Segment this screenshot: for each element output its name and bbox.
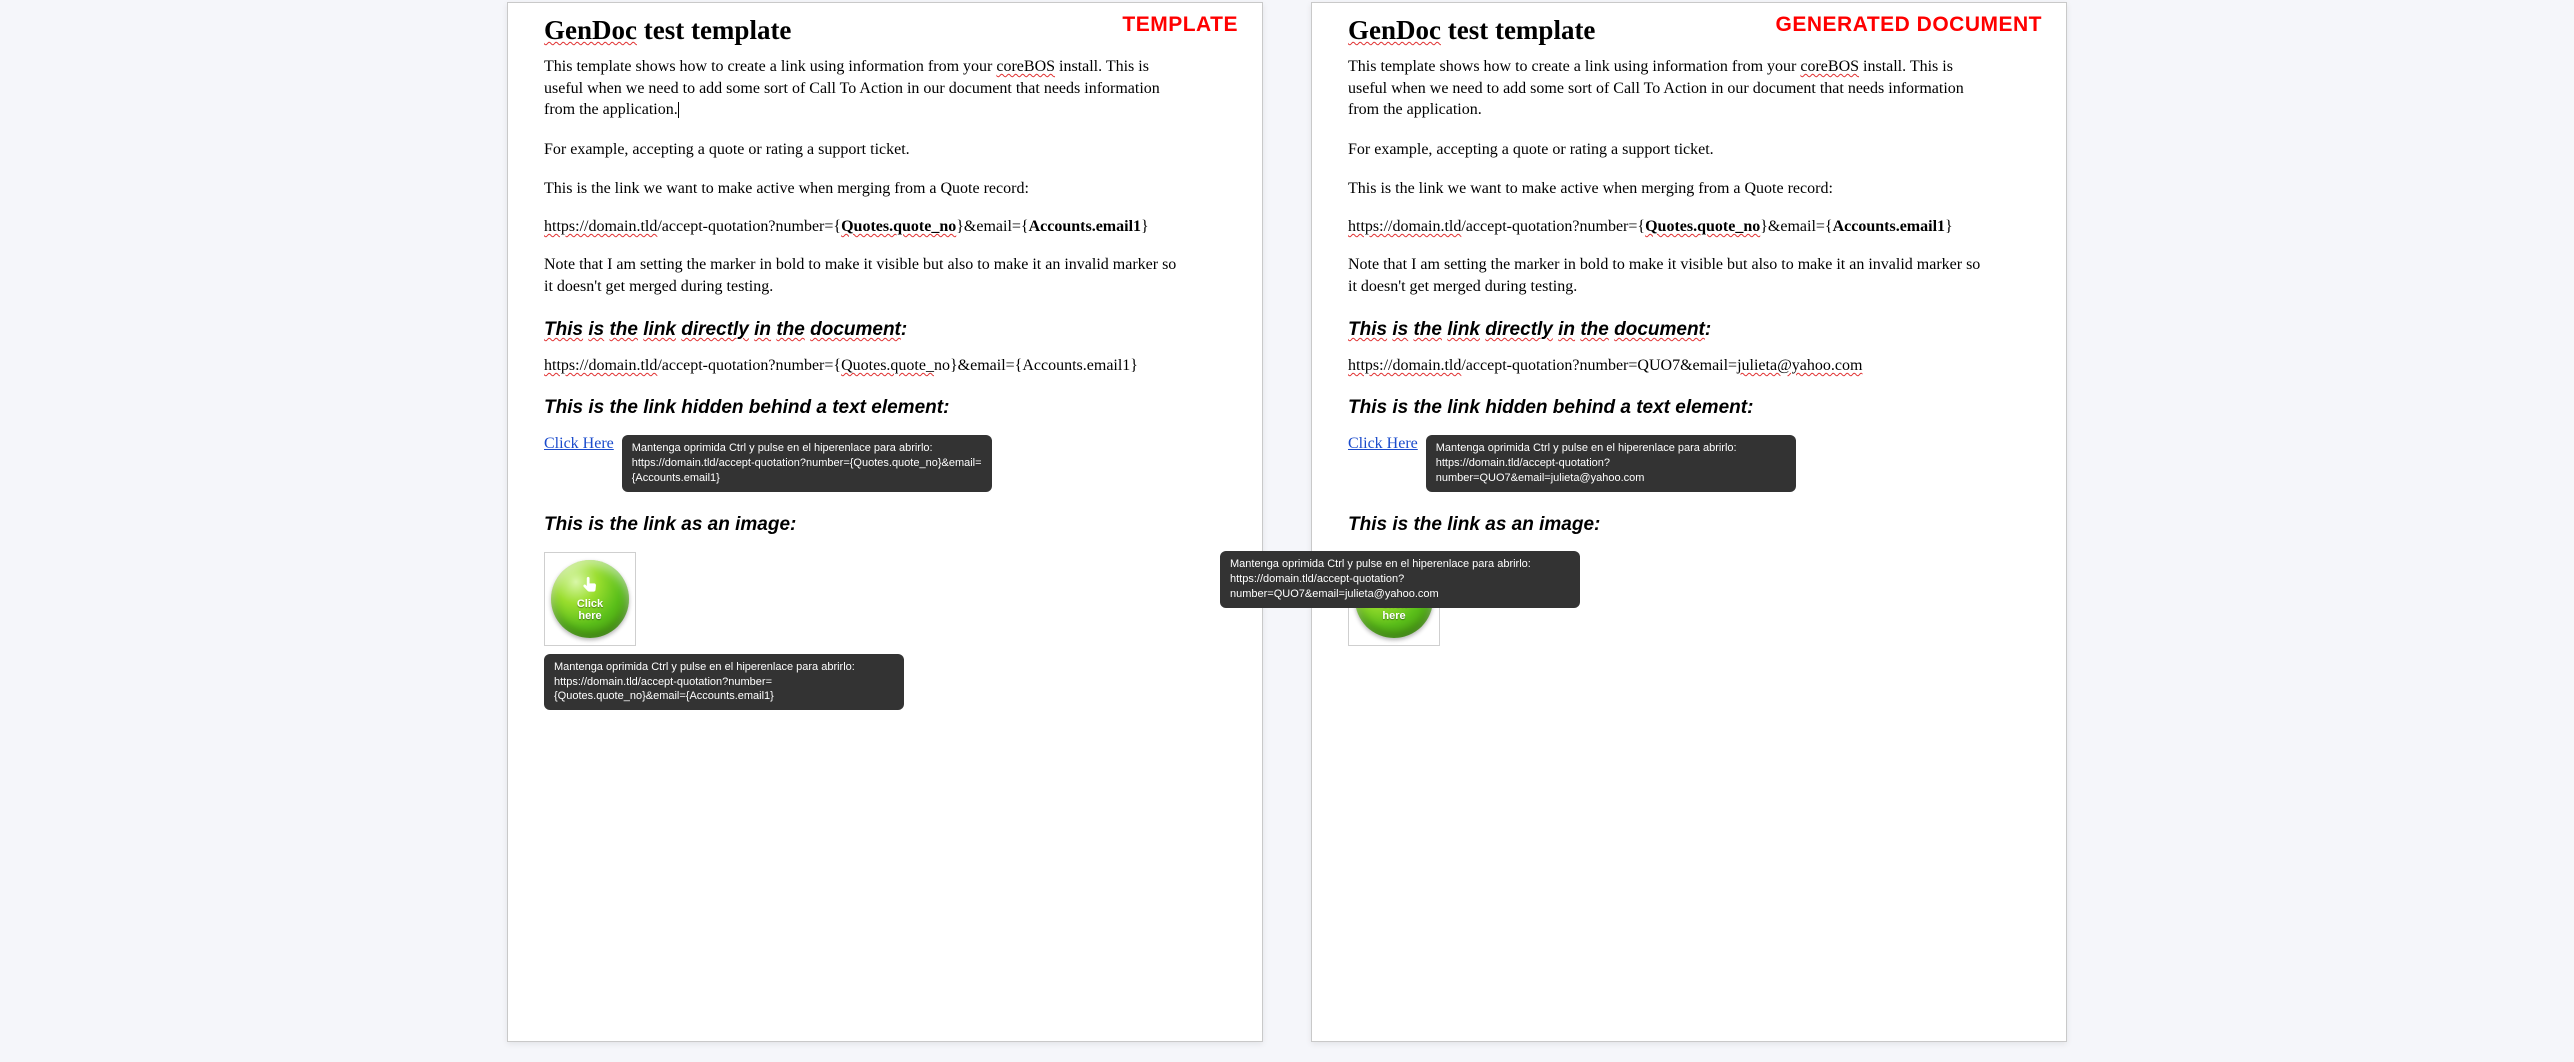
click-here-link[interactable]: Click Here [1348, 435, 1418, 453]
click-here-row: Click Here Mantenga oprimida Ctrl y puls… [544, 435, 1226, 492]
example-paragraph: For example, accepting a quote or rating… [1348, 139, 1988, 161]
title-word-spell: GenDoc [1348, 15, 1441, 45]
template-badge: TEMPLATE [1122, 13, 1238, 37]
marker-note-paragraph: Note that I am setting the marker in bol… [544, 254, 1184, 297]
heading-image-link: This is the link as an image: [544, 514, 1226, 536]
marker-note-paragraph: Note that I am setting the marker in bol… [1348, 254, 1988, 297]
corebos-word: coreBOS [1800, 58, 1859, 75]
heading-hidden-link: This is the link hidden behind a text el… [544, 397, 1226, 419]
generated-badge: GENERATED DOCUMENT [1776, 13, 2042, 37]
generated-page: GENERATED DOCUMENT GenDoc test template … [1311, 2, 2067, 1042]
direct-url: https://domain.tld/accept-quotation?numb… [544, 357, 1226, 375]
heading-direct-link: This is the link directly in the documen… [544, 319, 1226, 341]
click-here-tooltip: Mantenga oprimida Ctrl y pulse en el hip… [1426, 435, 1796, 492]
heading-image-link: This is the link as an image: [1348, 514, 2030, 536]
url-demo-line: https://domain.tld/accept-quotation?numb… [544, 218, 1226, 236]
direct-url: https://domain.tld/accept-quotation?numb… [1348, 357, 2030, 375]
example-paragraph: For example, accepting a quote or rating… [544, 139, 1184, 161]
intro-paragraph: This template shows how to create a link… [544, 56, 1184, 121]
title-word-spell: GenDoc [544, 15, 637, 45]
link-intro-paragraph: This is the link we want to make active … [544, 178, 1184, 200]
title-rest: test template [1441, 15, 1595, 45]
intro-paragraph: This template shows how to create a link… [1348, 56, 1988, 121]
link-intro-paragraph: This is the link we want to make active … [1348, 178, 1988, 200]
heading-hidden-link: This is the link hidden behind a text el… [1348, 397, 2030, 419]
button-label: Clickhere [577, 599, 603, 622]
text-caret [678, 102, 679, 118]
click-here-row: Click Here Mantenga oprimida Ctrl y puls… [1348, 435, 2030, 492]
title-rest: test template [637, 15, 791, 45]
hand-pointer-icon [579, 575, 601, 597]
image-link-frame: Clickhere [544, 552, 636, 646]
url-demo-line: https://domain.tld/accept-quotation?numb… [1348, 218, 2030, 236]
heading-direct-link: This is the link directly in the documen… [1348, 319, 2030, 341]
corebos-word: coreBOS [996, 58, 1055, 75]
image-link-tooltip: Mantenga oprimida Ctrl y pulse en el hip… [544, 654, 904, 711]
workspace: TEMPLATE GenDoc test template This templ… [0, 0, 2574, 1062]
template-page: TEMPLATE GenDoc test template This templ… [507, 2, 1263, 1042]
click-here-image-button[interactable]: Clickhere [551, 560, 629, 638]
click-here-tooltip: Mantenga oprimida Ctrl y pulse en el hip… [622, 435, 992, 492]
click-here-link[interactable]: Click Here [544, 435, 614, 453]
image-link-tooltip: Mantenga oprimida Ctrl y pulse en el hip… [1220, 551, 1580, 608]
